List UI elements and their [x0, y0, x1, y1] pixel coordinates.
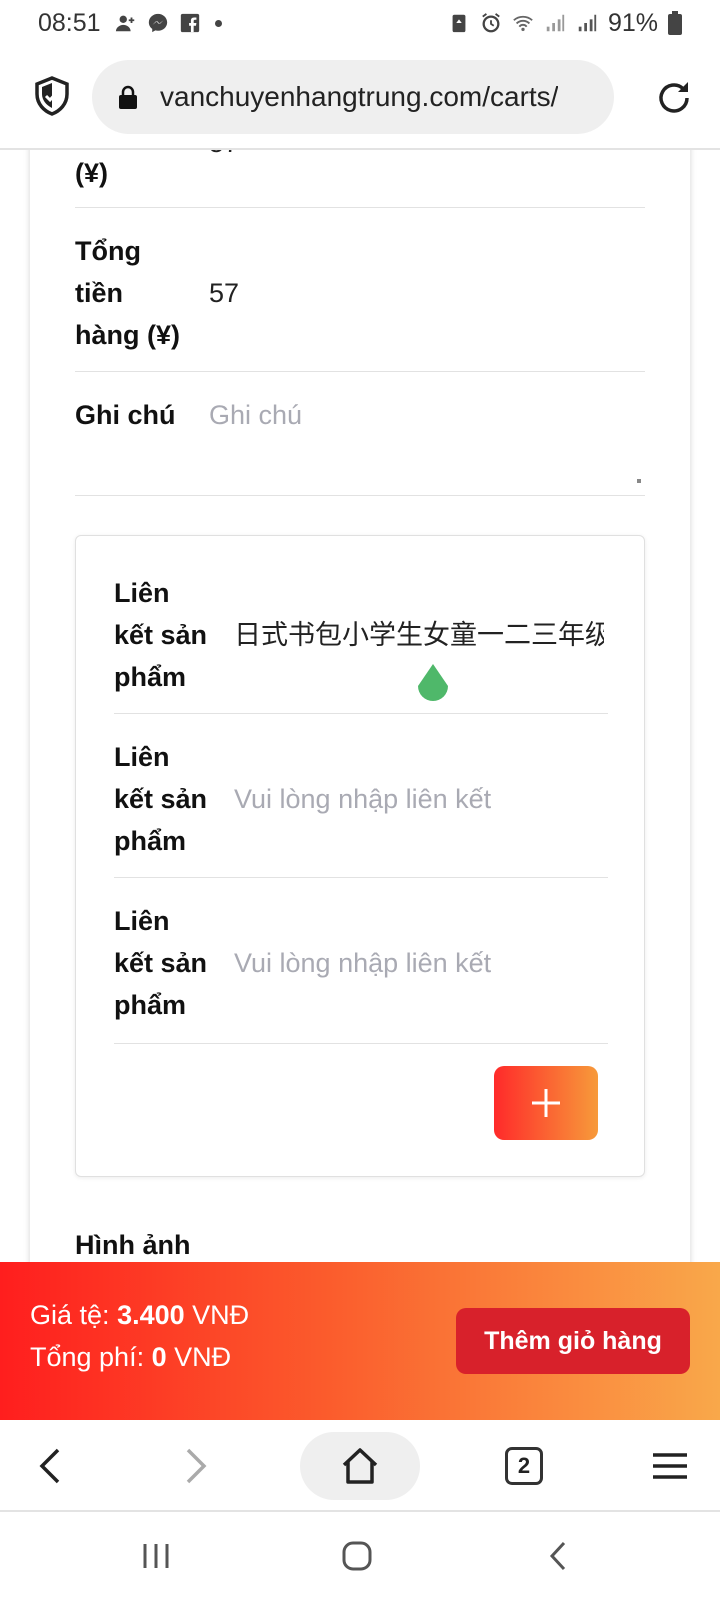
url-text: vanchuyenhangtrung.com/carts/ — [160, 81, 559, 112]
status-time: 08:51 — [38, 8, 101, 37]
fee-label: Tổng phí: — [30, 1342, 145, 1372]
total-label-line1: Tổng — [75, 236, 141, 266]
price-row: 57 (¥) — [75, 150, 645, 208]
chevron-right-icon — [186, 1448, 207, 1484]
total-label-line2: tiền — [75, 278, 124, 308]
note-row: Ghi chú Ghi chú — [75, 372, 645, 496]
add-to-cart-button[interactable]: Thêm giỏ hàng — [456, 1308, 690, 1374]
signal-icon — [578, 14, 597, 32]
link-label-line3: phẩm — [114, 662, 187, 692]
home-icon-wrap — [330, 1420, 390, 1512]
link-label-line2: kết sản — [114, 948, 208, 978]
facebook-icon — [180, 13, 199, 33]
price-label: (¥) — [75, 158, 108, 188]
fee-unit: VNĐ — [174, 1342, 232, 1372]
text-cursor-handle-icon[interactable] — [414, 664, 452, 708]
status-bar: 08:51 91% — [0, 0, 720, 46]
tab-count: 2 — [505, 1447, 543, 1485]
add-link-button[interactable] — [494, 1066, 598, 1140]
battery-percent: 91% — [607, 8, 658, 37]
browser-toolbar: 2 — [0, 1420, 720, 1512]
plus-icon — [532, 1089, 560, 1117]
forward-button[interactable] — [166, 1420, 226, 1512]
messenger-icon — [148, 13, 167, 33]
product-link-row: Liên kết sản phẩm 日式书包小学生女童一二三年级 — [114, 572, 608, 714]
price-value: 57 — [209, 150, 239, 164]
link-label-line2: kết sản — [114, 620, 208, 650]
lock-icon — [119, 85, 137, 109]
page-content: 57 (¥) Tổng tiền hàng (¥) 57 Ghi chú Ghi… — [0, 150, 720, 1262]
system-back-icon — [549, 1541, 566, 1571]
tabs-button[interactable]: 2 — [494, 1420, 554, 1512]
link-label-line3: phẩm — [114, 990, 187, 1020]
system-back-button[interactable] — [528, 1512, 588, 1600]
note-label: Ghi chú — [75, 400, 176, 430]
link-label-line1: Liên — [114, 578, 170, 608]
menu-icon — [653, 1453, 687, 1479]
system-icons: 91% — [448, 9, 682, 38]
chevron-left-icon — [39, 1448, 60, 1484]
product-link-row: Liên kết sản phẩm Vui lòng nhập liên kết — [114, 714, 608, 878]
browser-address-area: vanchuyenhangtrung.com/carts/ — [0, 46, 720, 150]
home-icon — [342, 1448, 378, 1484]
rate-label: Giá tệ: — [30, 1300, 110, 1330]
product-link-input[interactable]: 日式书包小学生女童一二三年级 — [234, 614, 604, 656]
recent-apps-icon — [143, 1544, 169, 1568]
rate-line: Giá tệ: 3.400 VNĐ — [30, 1300, 249, 1331]
alarm-icon — [482, 13, 500, 33]
product-link-input[interactable]: Vui lòng nhập liên kết — [234, 942, 604, 984]
shield-icon[interactable] — [34, 76, 70, 116]
total-row: Tổng tiền hàng (¥) 57 — [75, 208, 645, 372]
total-label-line3: hàng (¥) — [75, 320, 180, 350]
signal-icon — [546, 14, 565, 32]
link-label-line1: Liên — [114, 906, 170, 936]
rate-unit: VNĐ — [192, 1300, 250, 1330]
reload-icon[interactable] — [654, 78, 694, 118]
recent-apps-button[interactable] — [126, 1512, 186, 1600]
url-bar[interactable]: vanchuyenhangtrung.com/carts/ — [92, 60, 614, 134]
system-navigation-bar — [0, 1512, 720, 1600]
menu-button[interactable] — [640, 1420, 700, 1512]
system-home-button[interactable] — [327, 1512, 387, 1600]
rate-value: 3.400 — [117, 1300, 185, 1330]
fee-value: 0 — [151, 1342, 167, 1372]
product-links-box: Liên kết sản phẩm 日式书包小学生女童一二三年级 Liên kế… — [75, 535, 645, 1177]
wifi-icon — [513, 15, 533, 32]
cart-summary-bar: Giá tệ: 3.400 VNĐ Tổng phí: 0 VNĐ Thêm g… — [0, 1262, 720, 1420]
link-label-line1: Liên — [114, 742, 170, 772]
link-label-line2: kết sản — [114, 784, 208, 814]
back-button[interactable] — [20, 1420, 80, 1512]
product-link-input[interactable]: Vui lòng nhập liên kết — [234, 778, 604, 820]
notification-icons — [115, 12, 222, 34]
battery-icon — [668, 11, 682, 35]
note-textarea[interactable]: Ghi chú — [209, 394, 302, 436]
more-notifications-icon — [214, 19, 222, 27]
add-person-icon — [115, 15, 134, 32]
recycle-icon — [452, 14, 466, 33]
images-label: Hình ảnh — [75, 1230, 191, 1260]
system-home-icon — [342, 1541, 372, 1571]
product-link-row: Liên kết sản phẩm Vui lòng nhập liên kết — [114, 878, 608, 1044]
link-label-line3: phẩm — [114, 826, 187, 856]
total-value: 57 — [209, 278, 240, 308]
textarea-resize-handle[interactable] — [637, 479, 641, 483]
fee-line: Tổng phí: 0 VNĐ — [30, 1342, 231, 1373]
